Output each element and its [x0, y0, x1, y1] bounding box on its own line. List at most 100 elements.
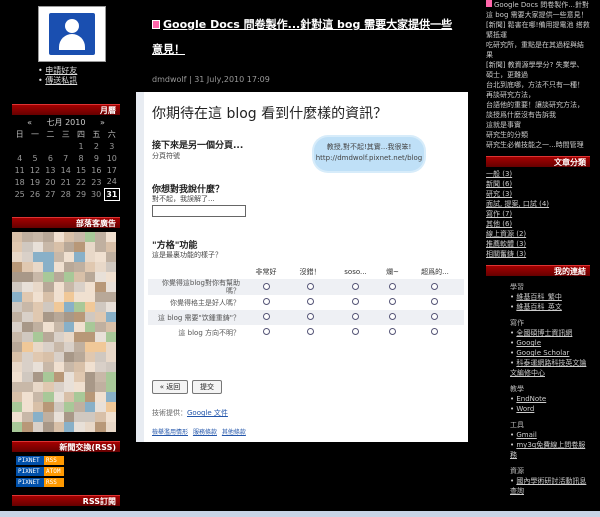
external-link[interactable]: EndNote — [510, 394, 590, 404]
radio-button[interactable] — [306, 313, 314, 320]
terms-link[interactable]: 服務條款 — [193, 429, 217, 436]
category-item[interactable]: 推薦軟體 (3) — [486, 239, 590, 249]
recent-post-item[interactable]: [新聞] 教資源學學分? 失業學、碩士，更難過 — [486, 60, 590, 80]
external-link[interactable]: Google — [510, 338, 590, 348]
external-link[interactable]: 維基百科_英文 — [510, 302, 590, 312]
horizontal-scrollbar[interactable] — [0, 511, 600, 517]
calendar-day[interactable]: 5 — [27, 152, 42, 164]
category-item[interactable]: 研究 (3) — [486, 189, 590, 199]
external-link[interactable]: Gmail — [510, 430, 590, 440]
category-item[interactable]: 新聞 (6) — [486, 179, 590, 189]
recent-post-item[interactable]: 談授爲什麼沒有告訴我 — [486, 110, 590, 120]
calendar-day[interactable]: 14 — [58, 164, 73, 176]
recent-post-item[interactable]: 再談研究方法， — [486, 90, 590, 100]
recent-post-item[interactable]: 研究生的分類 — [486, 130, 590, 140]
external-link[interactable]: 全國碩博士資訊網 — [510, 328, 590, 338]
category-item[interactable]: 線上資源 (2) — [486, 229, 590, 239]
ad-banner-image[interactable] — [12, 231, 116, 432]
add-friend-link[interactable]: 申請好友 — [38, 66, 120, 76]
radio-button[interactable] — [431, 313, 439, 320]
calendar-day[interactable]: 20 — [43, 176, 58, 188]
radio-button[interactable] — [388, 282, 396, 290]
radio-button[interactable] — [262, 298, 270, 305]
calendar-day[interactable]: 11 — [12, 164, 27, 176]
submit-button[interactable]: 提交 — [192, 380, 222, 394]
category-item[interactable]: 一般 (3) — [486, 169, 590, 179]
radio-button[interactable] — [306, 282, 314, 290]
question-1-input[interactable] — [152, 205, 246, 217]
radio-button[interactable] — [351, 313, 359, 320]
send-message-link[interactable]: 傳送私訊 — [38, 76, 120, 86]
external-link[interactable]: 維基百科_繁中 — [510, 292, 590, 302]
calendar-day[interactable]: 25 — [12, 188, 27, 200]
back-button[interactable]: « 返回 — [152, 380, 188, 394]
rss-feed-button[interactable]: PIXNET ATOM — [16, 467, 64, 476]
category-item[interactable]: 面試, 提案, 口試 (4) — [486, 199, 590, 209]
calendar-day[interactable]: 2 — [89, 140, 104, 152]
category-item[interactable]: 寫作 (7) — [486, 209, 590, 219]
post-title[interactable]: Google Docs 問卷製作...針對這 bog 需要大家提供一些意見！ — [152, 12, 462, 62]
calendar-day[interactable]: 10 — [104, 152, 119, 164]
calendar-day[interactable]: 31 — [103, 187, 121, 201]
radio-button[interactable] — [431, 298, 439, 305]
recent-post-item[interactable]: 吃研究所，重點是在其過程與結果 — [486, 40, 590, 60]
external-link[interactable]: 國內學術研討活動訊息查詢 — [510, 476, 590, 496]
external-link[interactable]: 科泰運網路科技英文論文編修中心 — [510, 358, 590, 378]
radio-button[interactable] — [351, 328, 359, 335]
radio-button[interactable] — [262, 313, 270, 320]
radio-button[interactable] — [351, 298, 359, 305]
calendar-day[interactable]: 6 — [43, 152, 58, 164]
external-link[interactable]: Google Scholar — [510, 348, 590, 358]
next-month-link[interactable]: » — [100, 118, 105, 127]
calendar-day[interactable]: 21 — [58, 176, 73, 188]
radio-button[interactable] — [262, 282, 270, 290]
calendar-day[interactable]: 29 — [73, 188, 88, 200]
calendar-day[interactable]: 3 — [104, 140, 119, 152]
category-item[interactable]: 其他 (6) — [486, 219, 590, 229]
rss-feed-button[interactable]: PIXNET RSS — [16, 456, 64, 465]
calendar-day[interactable]: 26 — [27, 188, 42, 200]
recent-post-item[interactable]: 這就是事實 — [486, 120, 590, 130]
calendar-day[interactable]: 1 — [73, 140, 88, 152]
calendar-day[interactable]: 16 — [89, 164, 104, 176]
calendar-day[interactable]: 30 — [89, 188, 104, 200]
external-link[interactable]: my3q免費線上問卷服務 — [510, 440, 590, 460]
calendar-day[interactable]: 22 — [73, 176, 88, 188]
recent-post-item[interactable]: [新聞] 鬆害在哪!備用提電池 搭救緊抵運 — [486, 20, 590, 40]
rss-feed-button[interactable]: PIXNET RSS — [16, 478, 64, 487]
radio-button[interactable] — [431, 328, 439, 335]
calendar-day[interactable]: 12 — [27, 164, 42, 176]
calendar-day[interactable]: 4 — [12, 152, 27, 164]
calendar-day[interactable]: 15 — [73, 164, 88, 176]
calendar-day[interactable]: 7 — [58, 152, 73, 164]
calendar-day[interactable]: 13 — [43, 164, 58, 176]
recent-post-item[interactable]: 台北到底哪，方法不只有一種！ — [486, 80, 590, 90]
external-link[interactable]: Word — [510, 404, 590, 414]
calendar-day[interactable]: 28 — [58, 188, 73, 200]
radio-button[interactable] — [306, 298, 314, 305]
calendar-day[interactable]: 27 — [43, 188, 58, 200]
recent-post-item[interactable]: 台語他的重要！讓談研究方法， — [486, 100, 590, 110]
radio-button[interactable] — [351, 282, 359, 290]
calendar-day[interactable]: 18 — [12, 176, 27, 188]
radio-button[interactable] — [388, 328, 396, 335]
radio-button[interactable] — [306, 328, 314, 335]
recent-post-item[interactable]: Google Docs 問卷製作...針對這 bog 需要大家提供一些意見！ — [486, 0, 590, 20]
calendar-day[interactable]: 9 — [89, 152, 104, 164]
recent-post-item[interactable]: 研究生必備技能之一...時間管理 — [486, 140, 590, 150]
radio-button[interactable] — [262, 328, 270, 335]
radio-button[interactable] — [388, 313, 396, 320]
calendar-day[interactable]: 24 — [104, 176, 119, 188]
radio-button[interactable] — [388, 298, 396, 305]
radio-button[interactable] — [431, 282, 439, 290]
prev-month-link[interactable]: « — [27, 118, 32, 127]
google-docs-link[interactable]: Google 文件 — [187, 409, 228, 417]
other-terms-link[interactable]: 其他條款 — [222, 429, 246, 436]
calendar-day[interactable]: 23 — [89, 176, 104, 188]
calendar-day[interactable]: 8 — [73, 152, 88, 164]
calendar-day[interactable]: 19 — [27, 176, 42, 188]
report-abuse-link[interactable]: 檢舉濫用情形 — [152, 429, 188, 436]
category-item[interactable]: 相關奮鋳 (3) — [486, 249, 590, 259]
calendar-day[interactable]: 17 — [104, 164, 119, 176]
avatar[interactable] — [38, 6, 106, 62]
